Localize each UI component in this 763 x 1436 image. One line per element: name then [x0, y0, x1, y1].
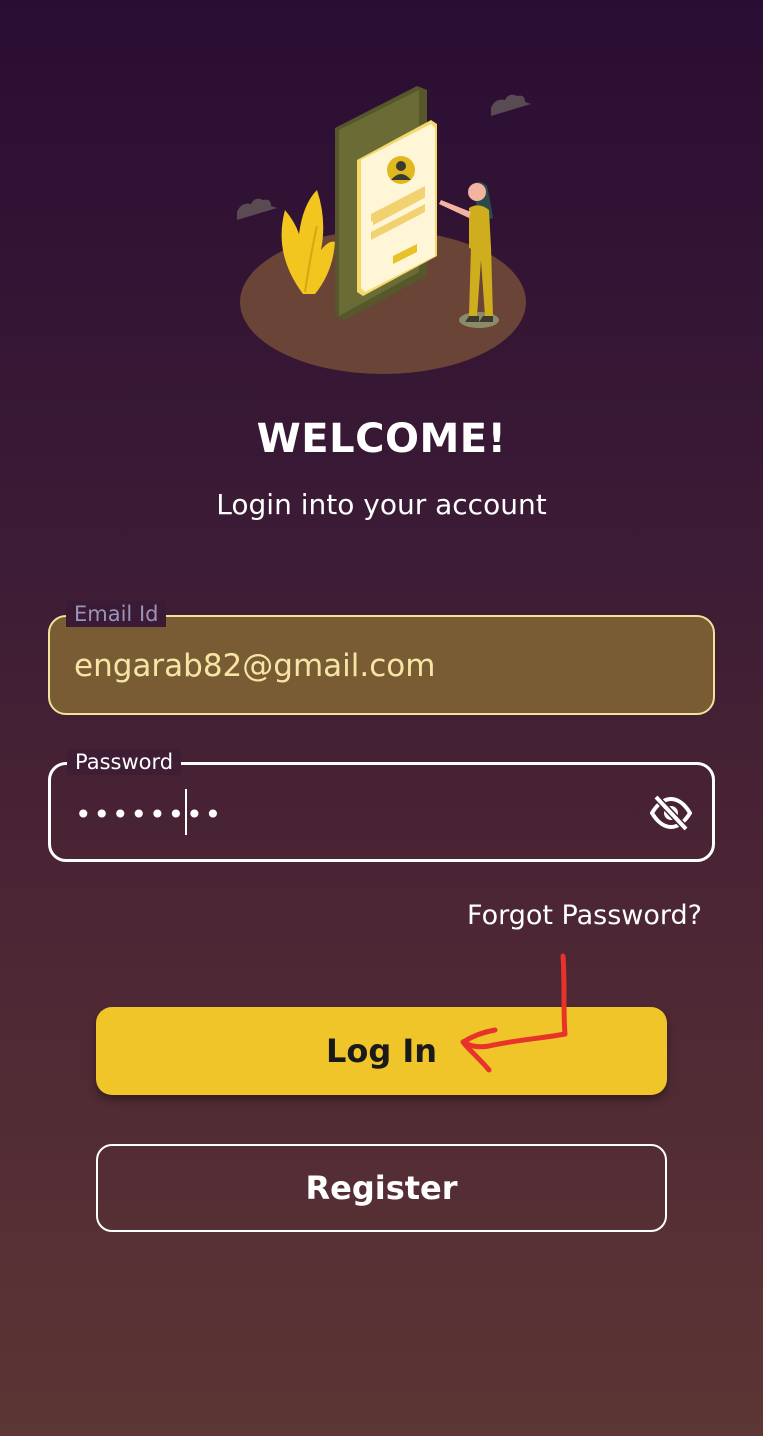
- password-label: Password: [67, 749, 182, 775]
- welcome-title: WELCOME!: [256, 416, 507, 462]
- email-label: Email Id: [66, 601, 167, 627]
- register-button-label: Register: [305, 1169, 458, 1207]
- email-field[interactable]: Email Id engarab82@gmail.com: [48, 601, 715, 715]
- email-value[interactable]: engarab82@gmail.com: [74, 647, 435, 685]
- register-button[interactable]: Register: [96, 1144, 667, 1232]
- forgot-password-link[interactable]: Forgot Password?: [467, 900, 702, 931]
- eye-off-icon[interactable]: [649, 794, 693, 832]
- text-cursor: [185, 789, 187, 835]
- login-button[interactable]: Log In: [96, 1007, 667, 1095]
- welcome-subtitle: Login into your account: [216, 488, 547, 521]
- password-field[interactable]: Password ••••••••: [48, 749, 715, 862]
- login-screen: WELCOME! Login into your account Email I…: [0, 0, 763, 1436]
- password-value[interactable]: ••••••••: [75, 796, 223, 834]
- login-illustration: [225, 80, 545, 380]
- login-button-label: Log In: [325, 1032, 438, 1070]
